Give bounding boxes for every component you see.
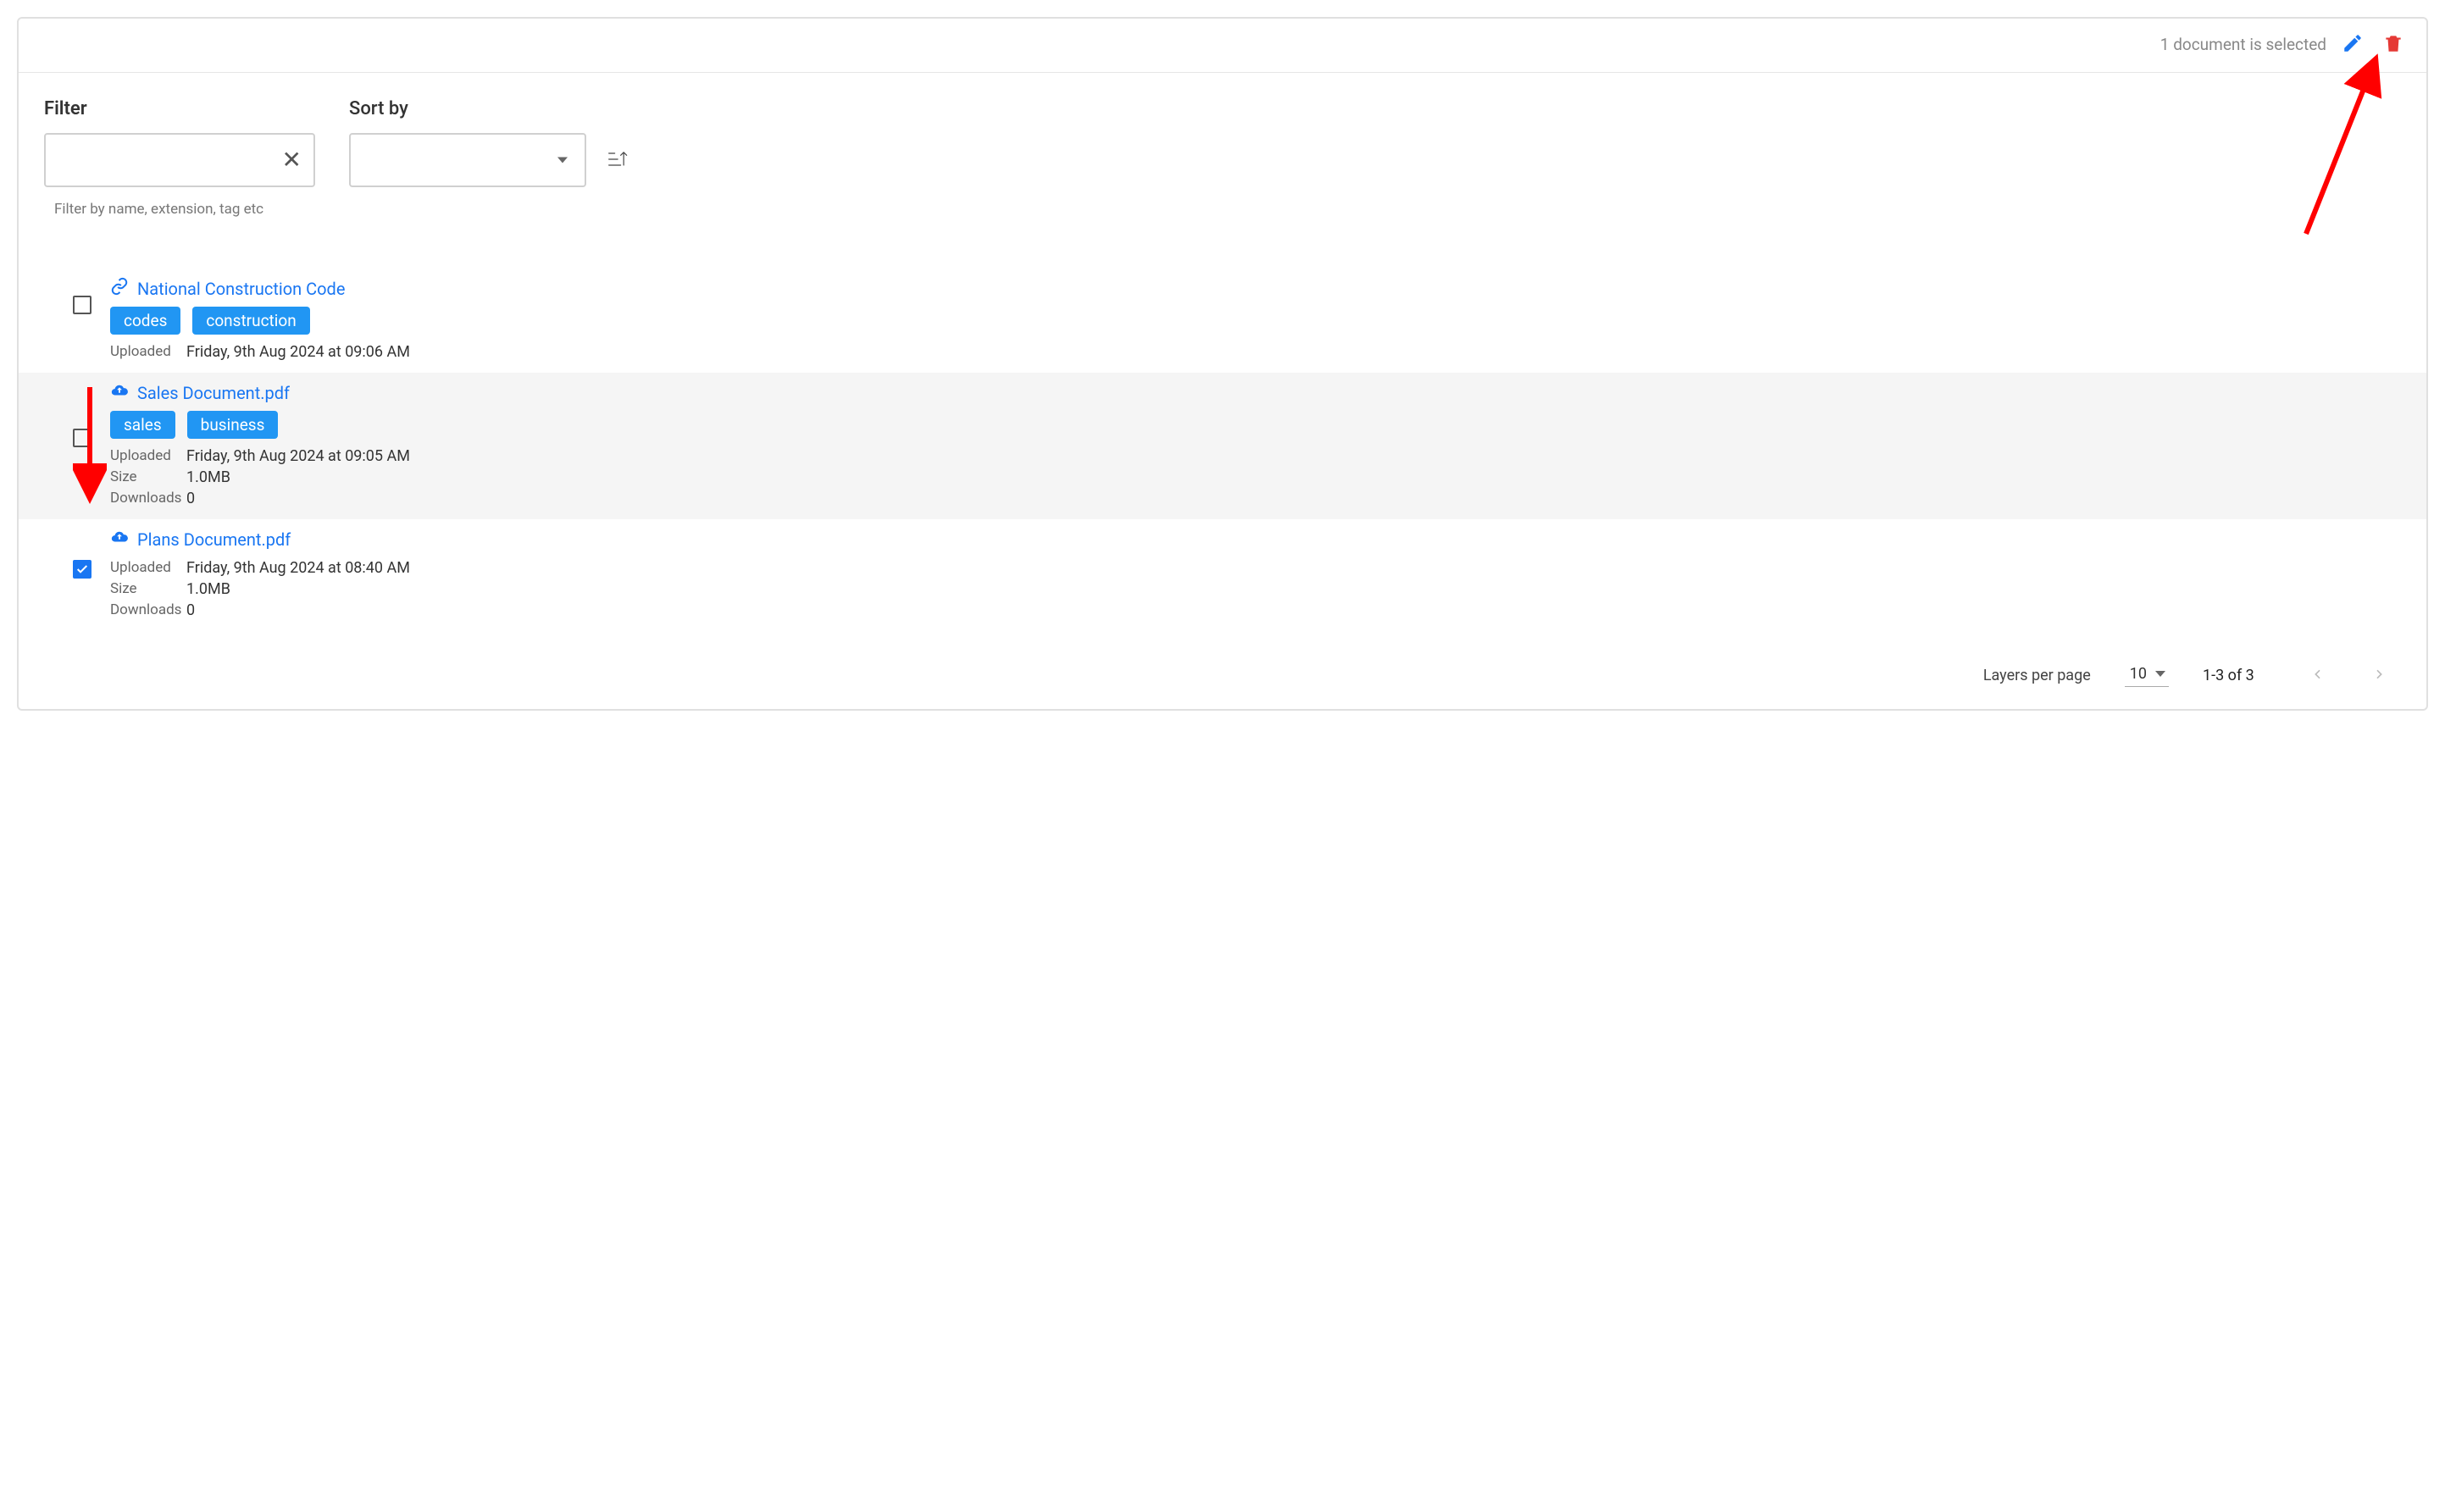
meta-value-size: 1.0MB: [186, 580, 230, 598]
chevron-right-icon: [2372, 671, 2386, 684]
filter-helper-text: Filter by name, extension, tag etc: [54, 201, 315, 218]
sort-ascending-icon: [605, 147, 629, 174]
document-link[interactable]: Sales Document.pdf: [137, 383, 290, 403]
meta-label-uploaded: Uploaded: [110, 343, 186, 361]
selection-count: 1 document is selected: [2160, 35, 2326, 54]
per-page-select[interactable]: 10: [2125, 663, 2169, 687]
list-item: National Construction Code codes constru…: [19, 269, 2426, 373]
check-icon: [75, 562, 89, 576]
chevron-down-icon: [2155, 671, 2165, 677]
meta-value-uploaded: Friday, 9th Aug 2024 at 09:06 AM: [186, 343, 410, 361]
row-checkbox[interactable]: [73, 429, 91, 447]
meta-value-uploaded: Friday, 9th Aug 2024 at 09:05 AM: [186, 447, 410, 465]
meta-label-downloads: Downloads: [110, 601, 186, 619]
list-item: Plans Document.pdf Uploaded Friday, 9th …: [19, 519, 2426, 631]
per-page-value: 10: [2130, 665, 2147, 683]
edit-button[interactable]: [2338, 29, 2367, 60]
list-item: Sales Document.pdf sales business Upload…: [19, 373, 2426, 519]
pager: Layers per page 10 1-3 of 3: [19, 648, 2426, 709]
toolbar-controls: Filter ✕ Filter by name, extension, tag …: [19, 73, 2426, 226]
row-checkbox[interactable]: [73, 560, 91, 579]
document-link[interactable]: Plans Document.pdf: [137, 529, 291, 550]
meta-label-downloads: Downloads: [110, 490, 186, 507]
tag[interactable]: sales: [110, 411, 175, 439]
trash-icon: [2382, 32, 2404, 57]
close-icon: ✕: [282, 147, 302, 173]
cloud-upload-icon: [110, 528, 129, 551]
link-icon: [110, 277, 129, 300]
meta-value-uploaded: Friday, 9th Aug 2024 at 08:40 AM: [186, 559, 410, 577]
pager-next-button[interactable]: [2365, 664, 2392, 687]
document-link[interactable]: National Construction Code: [137, 279, 345, 299]
filter-clear-button[interactable]: ✕: [274, 143, 310, 177]
pager-label: Layers per page: [1983, 667, 2091, 684]
pager-range: 1-3 of 3: [2203, 667, 2270, 684]
document-list: National Construction Code codes constru…: [19, 226, 2426, 648]
selection-bar: 1 document is selected: [19, 19, 2426, 73]
meta-label-uploaded: Uploaded: [110, 447, 186, 465]
sort-select[interactable]: [349, 133, 586, 187]
row-checkbox[interactable]: [73, 296, 91, 314]
chevron-left-icon: [2311, 671, 2325, 684]
meta-label-uploaded: Uploaded: [110, 559, 186, 577]
pager-prev-button[interactable]: [2304, 664, 2331, 687]
meta-label-size: Size: [110, 468, 186, 486]
chevron-down-icon: [557, 158, 568, 163]
tag[interactable]: business: [187, 411, 279, 439]
meta-value-size: 1.0MB: [186, 468, 230, 486]
pencil-icon: [2342, 32, 2364, 57]
meta-value-downloads: 0: [186, 490, 195, 507]
cloud-upload-icon: [110, 381, 129, 404]
tag[interactable]: codes: [110, 307, 180, 335]
filter-label: Filter: [44, 98, 315, 119]
delete-button[interactable]: [2379, 29, 2408, 60]
sort-direction-button[interactable]: [602, 144, 632, 177]
meta-value-downloads: 0: [186, 601, 195, 619]
tag[interactable]: construction: [192, 307, 309, 335]
sort-label: Sort by: [349, 98, 632, 119]
meta-label-size: Size: [110, 580, 186, 598]
